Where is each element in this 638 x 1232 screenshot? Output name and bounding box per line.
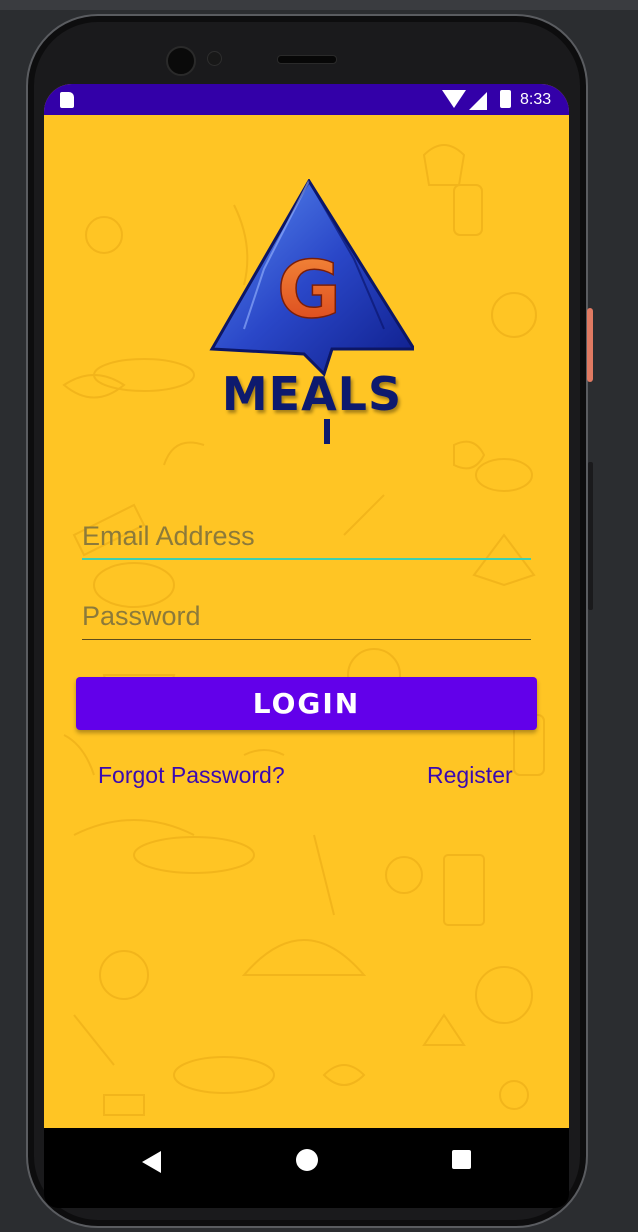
proximity-sensor bbox=[207, 51, 222, 66]
emulator-top-strip bbox=[0, 0, 638, 10]
home-icon[interactable] bbox=[296, 1149, 318, 1171]
password-underline bbox=[82, 639, 531, 640]
navigation-bar bbox=[44, 1128, 569, 1194]
volume-button[interactable] bbox=[588, 462, 593, 610]
wifi-icon bbox=[442, 90, 466, 108]
emulator-frame: 8:33 G MEALS Email Address LOGIN Forgot … bbox=[0, 0, 638, 1232]
email-field[interactable] bbox=[82, 516, 531, 560]
status-time: 8:33 bbox=[520, 91, 552, 108]
login-button[interactable]: LOGIN bbox=[76, 677, 537, 730]
phone-screen: 8:33 G MEALS Email Address LOGIN Forgot … bbox=[44, 84, 569, 1194]
front-camera bbox=[166, 46, 196, 76]
logo-letter: G bbox=[277, 246, 341, 336]
email-input[interactable] bbox=[82, 516, 531, 556]
signal-icon bbox=[469, 92, 487, 110]
status-bar: 8:33 bbox=[44, 84, 569, 115]
earpiece-speaker bbox=[277, 55, 337, 64]
password-field[interactable] bbox=[82, 596, 531, 640]
power-button[interactable] bbox=[587, 308, 593, 382]
register-link[interactable]: Register bbox=[427, 762, 513, 789]
recents-icon[interactable] bbox=[452, 1150, 471, 1169]
password-input[interactable] bbox=[82, 596, 531, 636]
sim-icon bbox=[60, 92, 74, 108]
email-underline bbox=[82, 558, 531, 560]
status-icons: 8:33 bbox=[442, 90, 562, 110]
logo-title: MEALS bbox=[221, 367, 403, 421]
phone-bezel-bottom bbox=[44, 1194, 569, 1208]
forgot-password-link[interactable]: Forgot Password? bbox=[98, 762, 285, 789]
back-icon[interactable] bbox=[142, 1151, 161, 1173]
battery-icon bbox=[500, 90, 511, 108]
